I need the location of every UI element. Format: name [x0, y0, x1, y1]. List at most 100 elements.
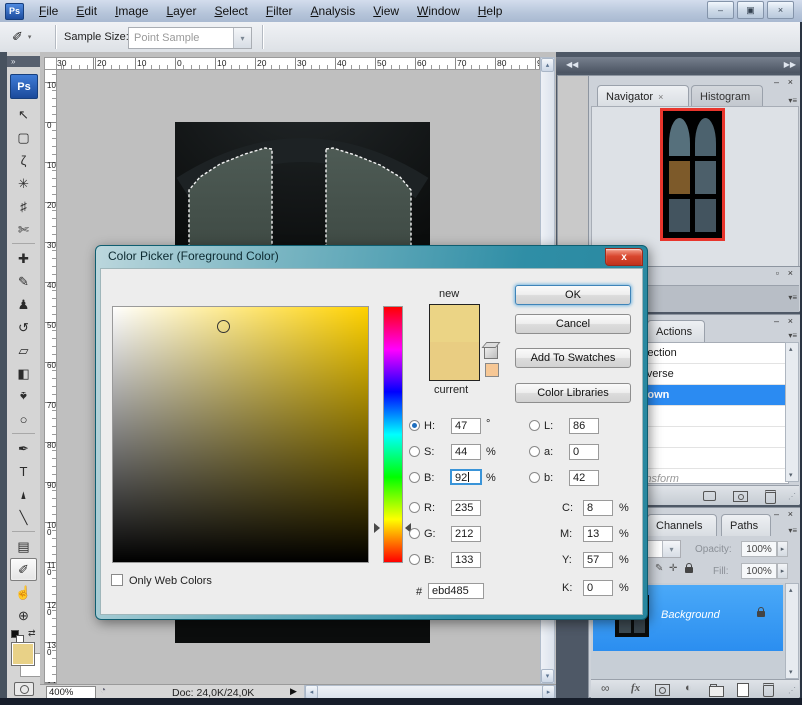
menu-item[interactable]: Layer — [157, 2, 205, 20]
menu-item[interactable]: Help — [469, 2, 512, 20]
link-layers-icon[interactable]: ∞ — [601, 681, 610, 695]
radio-g[interactable] — [409, 528, 420, 539]
current-tool-button[interactable]: ✐ ▾ — [12, 27, 46, 47]
radio-l[interactable] — [529, 420, 540, 431]
hex-field[interactable]: ebd485 — [428, 583, 484, 599]
clone-stamp-tool[interactable]: ♟ — [10, 293, 37, 316]
tab-close-icon[interactable]: × — [658, 92, 663, 102]
panel-minimize-icon[interactable]: – — [774, 78, 779, 86]
notes-tool[interactable]: ▤ — [10, 535, 37, 558]
tab-navigator[interactable]: Navigator × — [597, 85, 689, 107]
slice-tool[interactable]: ✄ — [10, 218, 37, 241]
color-field-cursor[interactable] — [217, 320, 230, 333]
opacity-value[interactable]: 100% — [741, 541, 777, 557]
horizontal-scrollbar[interactable]: ◂ ▸ — [304, 685, 556, 699]
panel-close-icon[interactable]: × — [788, 269, 793, 277]
menu-item[interactable]: Image — [106, 2, 157, 20]
c-field[interactable]: 8 — [583, 500, 613, 516]
expand-dock-icon[interactable]: ▶▶ — [784, 57, 796, 73]
panel-close-icon[interactable]: × — [788, 78, 793, 86]
scroll-up-icon[interactable]: ▴ — [541, 58, 554, 72]
panel-menu-icon[interactable]: ▾≡ — [788, 526, 797, 535]
radio-r[interactable] — [409, 502, 420, 513]
hue-slider[interactable] — [383, 306, 403, 563]
toolbox-collapse-button[interactable]: » — [7, 56, 40, 67]
panel-close-icon[interactable]: × — [788, 510, 793, 518]
radio-h[interactable] — [409, 420, 420, 431]
eraser-tool[interactable]: ▱ — [10, 339, 37, 362]
color-libraries-button[interactable]: Color Libraries — [515, 383, 631, 403]
scroll-down-icon[interactable]: ▾ — [789, 668, 793, 676]
healing-brush-tool[interactable]: ✚ — [10, 247, 37, 270]
panel-minimize-icon[interactable]: – — [774, 510, 779, 518]
lasso-tool[interactable]: ζ — [10, 149, 37, 172]
status-menu-arrow-icon[interactable]: ▶ — [290, 686, 297, 697]
adjustment-layer-icon[interactable]: ◐ — [685, 682, 692, 694]
cancel-button[interactable]: Cancel — [515, 314, 631, 334]
l-field[interactable]: 86 — [569, 418, 599, 434]
tab-channels[interactable]: Channels — [647, 514, 717, 536]
scroll-up-icon[interactable]: ▴ — [789, 345, 793, 353]
pen-tool[interactable]: ✒ — [10, 437, 37, 460]
panel-menu-icon[interactable]: ▾≡ — [788, 96, 797, 105]
trash-icon[interactable] — [765, 490, 776, 504]
tab-actions[interactable]: Actions — [647, 320, 705, 342]
radio-s[interactable] — [409, 446, 420, 457]
h-field[interactable]: 47 — [451, 418, 481, 434]
stop-icon[interactable] — [703, 491, 716, 501]
menu-item[interactable]: Select — [205, 2, 256, 20]
panel-menu-icon[interactable]: ▾≡ — [788, 331, 797, 340]
fill-value[interactable]: 100% — [741, 563, 777, 579]
tab-histogram[interactable]: Histogram — [691, 85, 763, 107]
b-field[interactable]: 92 — [450, 469, 482, 485]
only-web-colors-checkbox[interactable] — [111, 574, 123, 586]
tab-paths[interactable]: Paths — [721, 514, 771, 536]
scroll-left-icon[interactable]: ◂ — [305, 685, 318, 699]
color-field[interactable] — [112, 306, 369, 563]
gradient-tool[interactable]: ◧ — [10, 362, 37, 385]
crop-tool[interactable]: ♯ — [10, 195, 37, 218]
collapse-dock-icon[interactable]: ◀◀ — [566, 57, 578, 73]
panel-close-icon[interactable]: × — [788, 317, 793, 325]
new-group-icon[interactable] — [709, 686, 724, 697]
panel-menu-icon[interactable]: ▾≡ — [788, 293, 797, 302]
app-logo-icon[interactable]: Ps — [5, 3, 24, 20]
r-field[interactable]: 235 — [451, 500, 481, 516]
swap-colors-icon[interactable]: ⇄ — [28, 628, 36, 639]
minimize-button[interactable]: – — [707, 1, 734, 19]
radio-b[interactable] — [409, 472, 420, 483]
rectangular-marquee-tool[interactable]: ▢ — [10, 126, 37, 149]
quick-selection-tool[interactable]: ✳ — [10, 172, 37, 195]
lock-pixels-icon[interactable]: ✎ — [655, 563, 663, 574]
fill-slider-icon[interactable]: ▸ — [777, 563, 788, 579]
scroll-up-icon[interactable]: ▴ — [789, 586, 793, 594]
eyedropper-tool[interactable]: ✐ — [10, 558, 37, 581]
panel-restore-icon[interactable]: ▫ — [776, 269, 779, 277]
lock-all-icon[interactable] — [685, 567, 693, 573]
chevron-down-icon[interactable]: ▾ — [662, 541, 680, 557]
quick-mask-button[interactable] — [14, 682, 34, 696]
m-field[interactable]: 13 — [583, 526, 613, 542]
radio-b2[interactable] — [409, 554, 420, 565]
path-selection-tool[interactable]: ▲ — [10, 483, 37, 506]
radio-a[interactable] — [529, 446, 540, 457]
new-layer-icon[interactable] — [737, 683, 749, 697]
record-snapshot-icon[interactable] — [733, 491, 748, 502]
k-field[interactable]: 0 — [583, 580, 613, 596]
restore-button[interactable]: ▣ — [737, 1, 764, 19]
close-button[interactable]: × — [767, 1, 794, 19]
b2-field[interactable]: 133 — [451, 552, 481, 568]
g-field[interactable]: 212 — [451, 526, 481, 542]
y-field[interactable]: 57 — [583, 552, 613, 568]
panel-minimize-icon[interactable]: – — [774, 317, 779, 325]
add-to-swatches-button[interactable]: Add To Swatches — [515, 348, 631, 368]
scroll-right-icon[interactable]: ▸ — [542, 685, 555, 699]
layers-scrollbar[interactable]: ▴ ▾ — [785, 583, 799, 679]
menu-item[interactable]: Edit — [67, 2, 106, 20]
type-tool[interactable]: T — [10, 460, 37, 483]
menu-item[interactable]: Window — [408, 2, 469, 20]
current-color-swatch[interactable] — [430, 342, 479, 380]
menu-item[interactable]: File — [30, 2, 67, 20]
web-safe-cube-icon[interactable] — [484, 345, 498, 359]
chevron-down-icon[interactable]: ▾ — [233, 28, 251, 48]
